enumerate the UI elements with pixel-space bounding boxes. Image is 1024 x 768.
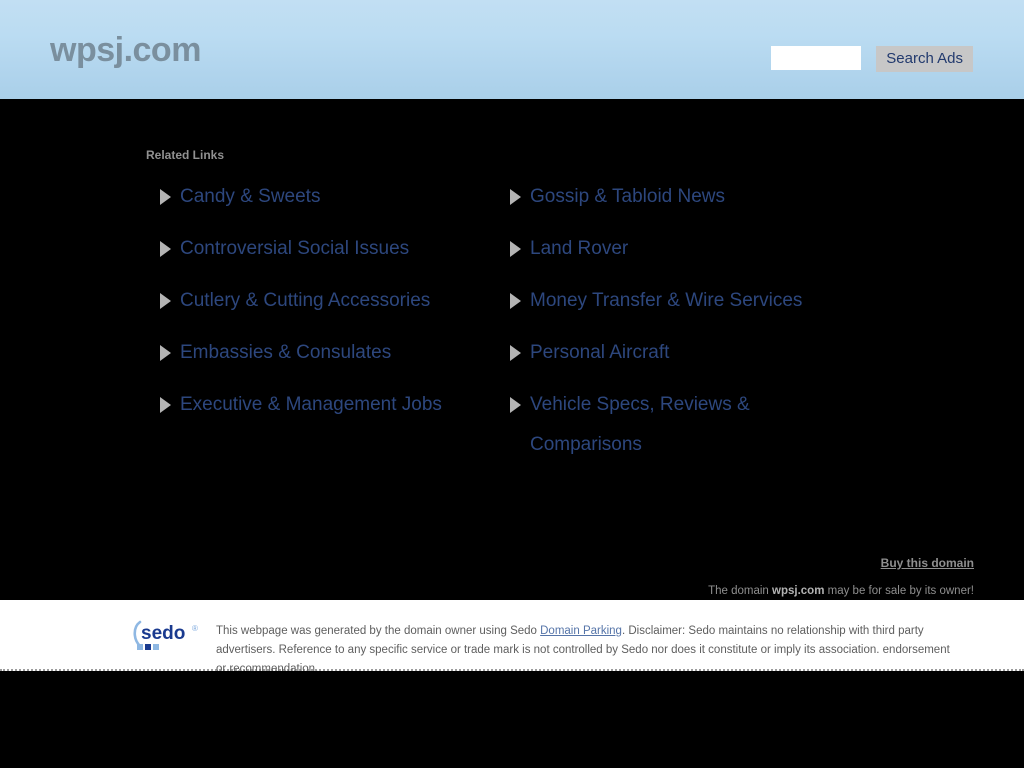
page-bottom-filler [0,671,1024,768]
related-link[interactable]: Cutlery & Cutting Accessories [146,281,506,321]
page-footer: sedo ® This webpage was generated by the… [0,600,1024,675]
triangle-bullet-icon [160,293,171,309]
header-inner: wpsj.com Search Ads [0,0,1024,99]
related-links-heading: Related Links [146,148,225,162]
related-link[interactable]: Vehicle Specs, Reviews & Comparisons [496,385,856,465]
related-link-label: Embassies & Consulates [180,342,392,363]
parked-domain-page: wpsj.com Search Ads Related Links Candy … [0,0,1024,768]
related-link-label: Personal Aircraft [530,342,670,363]
disclaimer-part-one: This webpage was generated by the domain… [216,625,541,637]
related-link-label: Gossip & Tabloid News [530,186,726,207]
search-form: Search Ads [771,46,973,72]
related-link[interactable]: Controversial Social Issues [146,229,506,269]
related-link-label: Controversial Social Issues [180,238,410,259]
triangle-bullet-icon [510,241,521,257]
sedo-logo: sedo ® [129,620,211,654]
search-ads-button[interactable]: Search Ads [876,46,973,72]
related-link[interactable]: Money Transfer & Wire Services [496,281,856,321]
triangle-bullet-icon [510,293,521,309]
triangle-bullet-icon [160,397,171,413]
triangle-bullet-icon [160,241,171,257]
page-title: wpsj.com [50,31,201,69]
triangle-bullet-icon [510,345,521,361]
domain-for-sale-note: The domain wpsj.com may be for sale by i… [554,584,974,598]
svg-text:sedo: sedo [141,623,185,644]
domain-note-suffix: may be for sale by its owner! [824,585,974,597]
related-links-column-right: Gossip & Tabloid News Land Rover Money T… [496,177,856,477]
related-link-label: Land Rover [530,238,629,259]
triangle-bullet-icon [510,397,521,413]
related-link[interactable]: Embassies & Consulates [146,333,506,373]
related-link[interactable]: Land Rover [496,229,856,269]
footer-inner: sedo ® This webpage was generated by the… [0,600,1024,675]
related-link[interactable]: Executive & Management Jobs [146,385,506,425]
domain-note-prefix: The domain [708,585,773,597]
page-header: wpsj.com Search Ads [0,0,1024,99]
related-link[interactable]: Personal Aircraft [496,333,856,373]
related-link-label: Vehicle Specs, Reviews & Comparisons [530,394,750,455]
triangle-bullet-icon [160,189,171,205]
buy-domain-block: Buy this domain The domain wpsj.com may … [554,554,974,598]
related-link-label: Candy & Sweets [180,186,321,207]
related-link-label: Executive & Management Jobs [180,394,442,415]
search-input[interactable] [771,46,862,70]
related-link[interactable]: Gossip & Tabloid News [496,177,856,217]
triangle-bullet-icon [160,345,171,361]
domain-note-domain: wpsj.com [772,585,825,597]
triangle-bullet-icon [510,189,521,205]
related-links-column-left: Candy & Sweets Controversial Social Issu… [146,177,506,437]
related-link-label: Money Transfer & Wire Services [530,290,803,311]
related-link-label: Cutlery & Cutting Accessories [180,290,431,311]
buy-this-domain-link[interactable]: Buy this domain [881,555,974,571]
related-link[interactable]: Candy & Sweets [146,177,506,217]
main-content: Related Links Candy & Sweets Controversi… [0,99,1024,600]
domain-parking-link[interactable]: Domain Parking [540,625,622,637]
svg-text:®: ® [192,624,198,633]
